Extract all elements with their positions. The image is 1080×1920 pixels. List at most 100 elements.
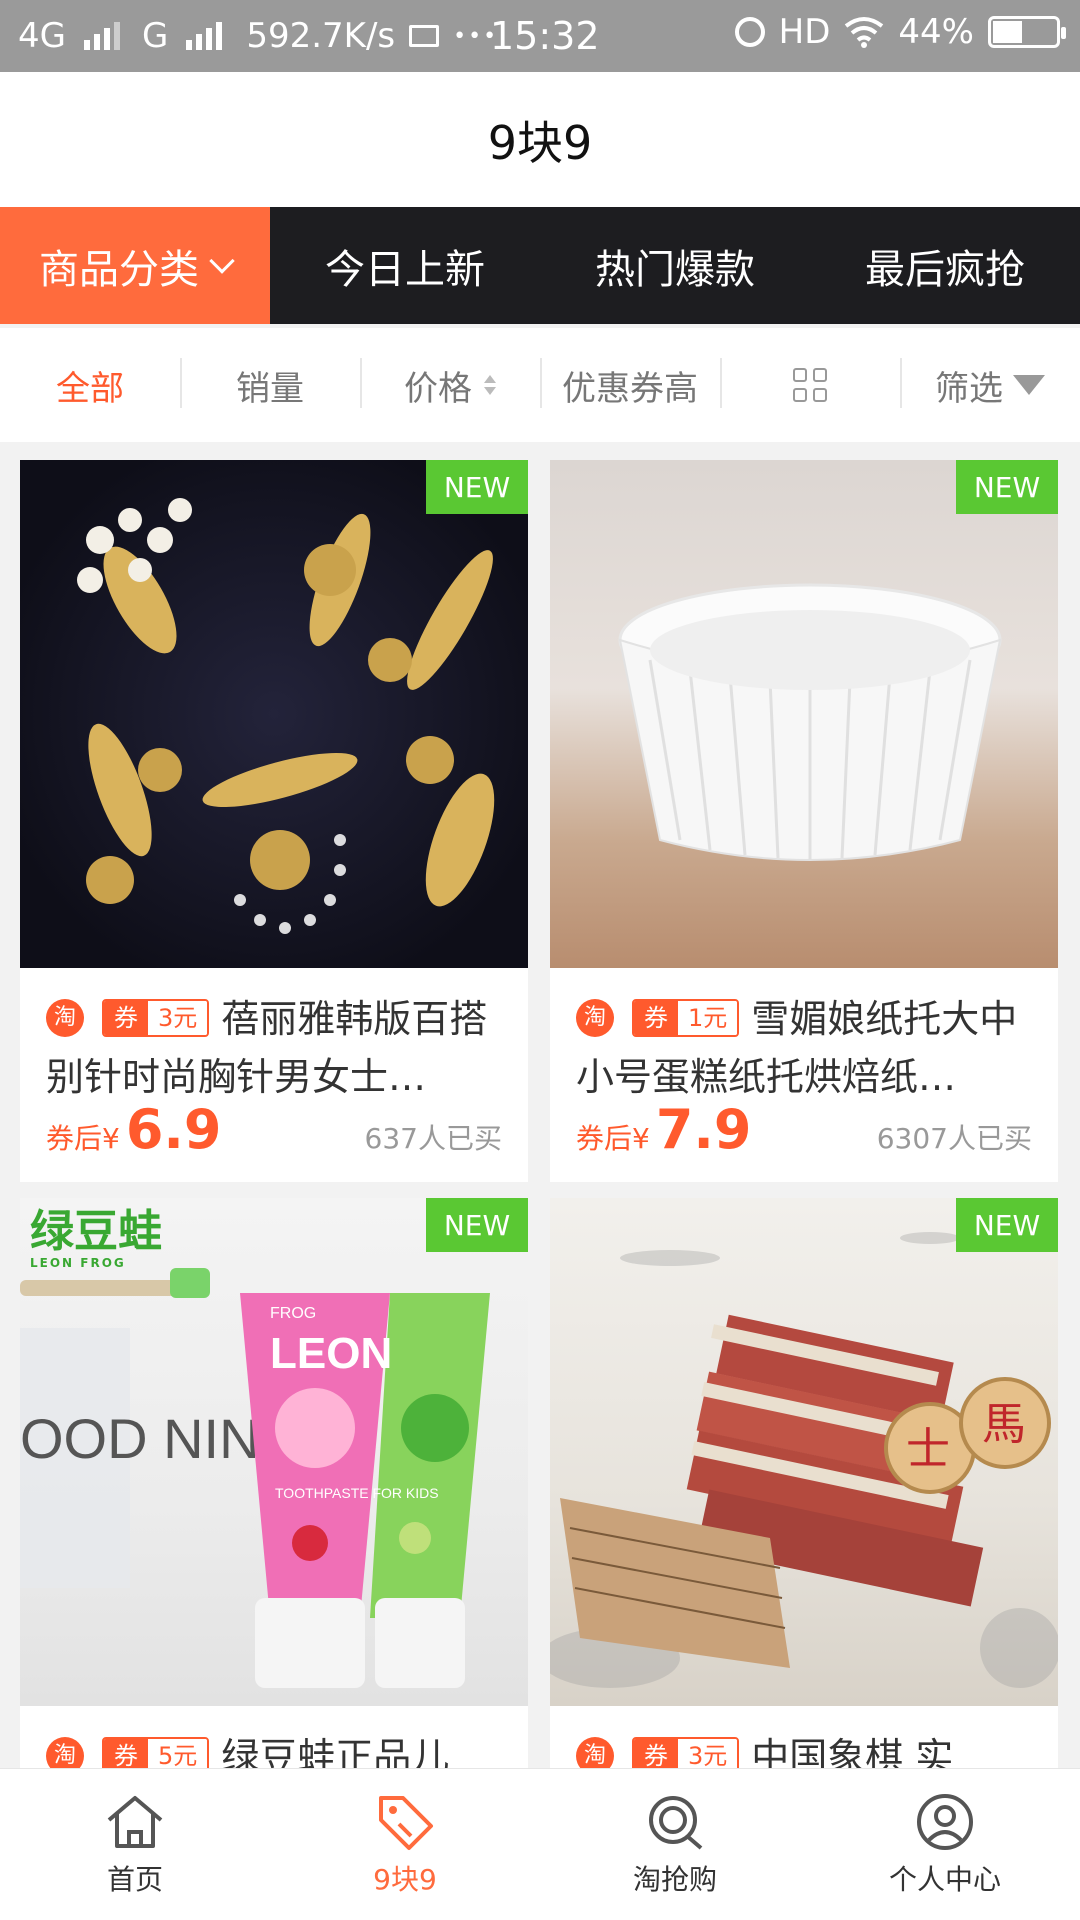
- price-row: 券后¥ 7.9 6307人已买: [576, 1098, 1032, 1161]
- product-image[interactable]: NEW: [550, 460, 1058, 968]
- sort-price-label: 价格: [404, 368, 472, 409]
- product-title-line[interactable]: 淘券 3元 蓓丽雅韩版百搭别针时尚胸针男女士…: [46, 990, 502, 1106]
- taobao-icon: 淘: [576, 1736, 614, 1768]
- tab-label: 今日上新: [325, 246, 485, 293]
- clock: 15:32: [490, 14, 600, 58]
- network-speed: 592.7K/s: [246, 16, 396, 56]
- status-bar: 4G G 592.7K/s ••• 15:32 HD 44%: [0, 0, 1080, 72]
- signal-icon: [83, 22, 120, 50]
- price-label: 券后¥: [576, 1122, 650, 1155]
- grid-icon: [793, 368, 827, 402]
- home-icon: [107, 1795, 163, 1848]
- sort-price[interactable]: 价格: [360, 328, 540, 442]
- sort-coupon-high[interactable]: 优惠券高: [540, 328, 720, 442]
- category-tabs: 商品分类 今日上新 热门爆款 最后疯抢: [0, 207, 1080, 324]
- filter-button[interactable]: 筛选: [900, 328, 1080, 442]
- product-card[interactable]: NEW 淘券 1元 雪媚娘纸托大中小号蛋糕纸托烘焙纸… 券后¥ 7.9 6307人已…: [550, 460, 1058, 1182]
- coupon-label: 券: [104, 1000, 148, 1035]
- product-title-line[interactable]: 淘券 1元 雪媚娘纸托大中小号蛋糕纸托烘焙纸…: [576, 990, 1032, 1106]
- filter-icon: [1013, 375, 1045, 395]
- battery-level: [993, 21, 1023, 43]
- price-value: 6.9: [125, 1098, 222, 1161]
- sold-count: 637人已买: [364, 1122, 502, 1155]
- coupon-value: 1元: [678, 1000, 738, 1035]
- product-card[interactable]: 士 馬 NEW 淘券 3元 中国象棋 实: [550, 1198, 1058, 1768]
- product-image[interactable]: NEW: [20, 460, 528, 968]
- tab-label: 热门爆款: [595, 246, 755, 293]
- product-info: 淘券 1元 雪媚娘纸托大中小号蛋糕纸托烘焙纸… 券后¥ 7.9 6307人已买: [550, 968, 1058, 1182]
- taobao-icon: 淘: [46, 1736, 84, 1768]
- network-label-g: G: [141, 16, 169, 56]
- nav-flash-sale[interactable]: 淘抢购: [540, 1769, 810, 1920]
- product-title-line[interactable]: 淘券 5元 绿豆蛙正品儿: [46, 1728, 502, 1768]
- product-info: 淘券 3元 中国象棋 实: [550, 1706, 1058, 1768]
- product-card[interactable]: OOD NING LEON FROG TOOTHPASTE FOR KIDS 绿…: [20, 1198, 528, 1768]
- tube-frog: FROG: [270, 1305, 316, 1322]
- coupon-label: 券: [634, 1000, 678, 1035]
- product-card[interactable]: NEW 淘券 3元 蓓丽雅韩版百搭别针时尚胸针男女士… 券后¥ 6.9 637人已买: [20, 460, 528, 1182]
- product-title: 绿豆蛙正品儿: [221, 1735, 450, 1768]
- nav-home[interactable]: 首页: [0, 1769, 270, 1920]
- paper-cup-illustration: [618, 583, 1002, 861]
- network-label-4g: 4G: [18, 16, 66, 56]
- new-badge: NEW: [956, 1198, 1058, 1252]
- coupon-value: 3元: [678, 1738, 738, 1768]
- coupon-label: 券: [104, 1738, 148, 1768]
- search-grab-icon: [649, 1795, 703, 1850]
- battery-percent: 44%: [898, 12, 974, 52]
- tube-label: TOOTHPASTE FOR KIDS: [275, 1485, 439, 1501]
- chess-illustration: 士 馬: [550, 1232, 1058, 1688]
- nav-profile[interactable]: 个人中心: [810, 1769, 1080, 1920]
- price-tag-icon: [379, 1795, 433, 1850]
- alarm-icon: [734, 17, 765, 47]
- price-label: 券后¥: [46, 1122, 120, 1155]
- coupon-tag: 券 3元: [102, 998, 210, 1037]
- taobao-icon: 淘: [576, 998, 614, 1037]
- coupon-value: 5元: [148, 1738, 208, 1768]
- filter-label: 筛选: [935, 368, 1003, 409]
- sort-bar: 全部 销量 价格 优惠券高 筛选: [0, 328, 1080, 442]
- toothpaste-illustration: OOD NING LEON FROG TOOTHPASTE FOR KIDS: [20, 1268, 490, 1688]
- tube-brand: LEON: [270, 1329, 392, 1378]
- wifi-icon: [845, 17, 884, 48]
- tab-label: 最后疯抢: [865, 246, 1025, 293]
- hd-label: HD: [778, 12, 831, 52]
- product-image[interactable]: 士 馬 NEW: [550, 1198, 1058, 1706]
- bottom-nav: 首页 9块9 淘抢购 个人中心: [0, 1768, 1080, 1920]
- sort-sales[interactable]: 销量: [180, 328, 360, 442]
- brand-name-en: LEON FROG: [30, 1256, 126, 1270]
- product-image[interactable]: OOD NING LEON FROG TOOTHPASTE FOR KIDS 绿…: [20, 1198, 528, 1706]
- tab-product-category[interactable]: 商品分类: [0, 207, 270, 324]
- coupon-tag: 券 3元: [632, 1736, 740, 1768]
- tab-today-new[interactable]: 今日上新: [270, 207, 540, 324]
- chess-piece-text: 馬: [982, 1399, 1026, 1450]
- product-title: 中国象棋 实: [751, 1735, 954, 1768]
- nav-label: 首页: [106, 1862, 163, 1896]
- keyboard-icon: [409, 25, 440, 47]
- chevron-down-icon: [209, 247, 235, 274]
- battery-icon: [988, 16, 1066, 48]
- nav-label: 淘抢购: [632, 1862, 717, 1896]
- tab-hot-sellers[interactable]: 热门爆款: [540, 207, 810, 324]
- tab-label: 商品分类: [39, 246, 199, 293]
- chess-piece-text: 士: [906, 1424, 950, 1475]
- grid-view-toggle[interactable]: [720, 328, 900, 442]
- price-row: 券后¥ 6.9 637人已买: [46, 1098, 502, 1161]
- tab-last-rush[interactable]: 最后疯抢: [810, 207, 1080, 324]
- coupon-tag: 券 1元: [632, 998, 740, 1037]
- product-info: 淘券 3元 蓓丽雅韩版百搭别针时尚胸针男女士… 券后¥ 6.9 637人已买: [20, 968, 528, 1182]
- sort-all[interactable]: 全部: [0, 328, 180, 442]
- product-info: 淘券 5元 绿豆蛙正品儿: [20, 1706, 528, 1768]
- sold-count: 6307人已买: [876, 1122, 1032, 1155]
- price-value: 7.9: [655, 1098, 752, 1161]
- coupon-value: 3元: [148, 1000, 208, 1035]
- brand-name: 绿豆蛙: [30, 1206, 162, 1257]
- nav-9-9[interactable]: 9块9: [270, 1769, 540, 1920]
- nav-label: 个人中心: [888, 1862, 1001, 1896]
- new-badge: NEW: [956, 460, 1058, 514]
- sort-arrows-icon: [484, 375, 496, 395]
- coupon-tag: 券 5元: [102, 1736, 210, 1768]
- nav-label: 9块9: [373, 1862, 437, 1896]
- new-badge: NEW: [426, 460, 528, 514]
- product-title-line[interactable]: 淘券 3元 中国象棋 实: [576, 1728, 1032, 1768]
